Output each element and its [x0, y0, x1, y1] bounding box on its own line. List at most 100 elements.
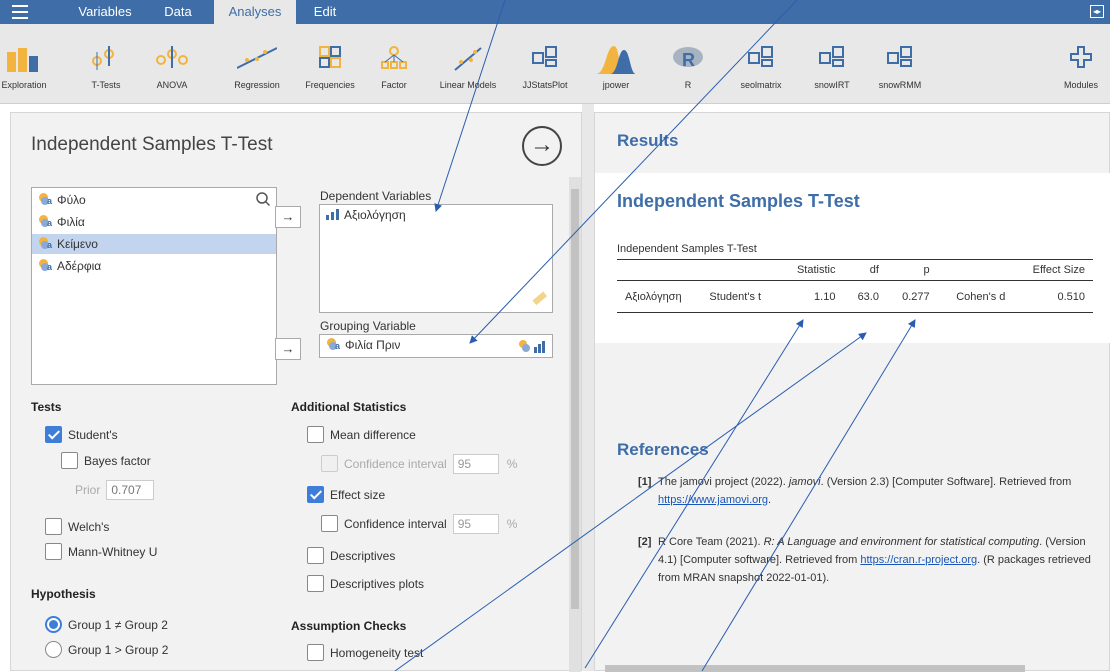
welchs-checkbox[interactable]: Welch's [45, 518, 109, 538]
ribbon-t-tests[interactable]: T-Tests [84, 24, 128, 104]
hypothesis-greater-radio[interactable]: Group 1 > Group 2 [45, 641, 168, 661]
variable-label: Φιλία [57, 215, 85, 229]
list-item[interactable]: a Φύλο [32, 190, 276, 210]
tab-variables[interactable]: Variables [62, 0, 148, 24]
tests-heading: Tests [31, 400, 62, 414]
percent-label: % [506, 517, 518, 531]
module-icon [748, 46, 773, 67]
students-checkbox[interactable]: Student's [45, 426, 118, 446]
ribbon-linear-models[interactable]: Linear Models [436, 24, 500, 104]
ribbon-exploration[interactable]: Exploration [0, 24, 48, 104]
grouping-variable-label: Grouping Variable [320, 319, 416, 333]
dependent-variables-box[interactable]: Αξιολόγηση [319, 204, 553, 313]
descriptives-plots-checkbox[interactable]: Descriptives plots [307, 575, 424, 595]
list-item[interactable]: a Αδέρφια [32, 256, 276, 276]
mann-whitney-checkbox[interactable]: Mann-Whitney U [45, 543, 157, 563]
window-toggle-icon[interactable]: ◂▸ [1090, 5, 1104, 18]
ribbon-seolmatrix[interactable]: seolmatrix [730, 24, 792, 104]
descriptives-checkbox[interactable]: Descriptives [307, 547, 395, 567]
mean-ci-checkbox[interactable]: Confidence interval 95% [321, 454, 517, 474]
ribbon-label: JJStatsPlot [522, 80, 568, 90]
panel-resize-handle[interactable] [582, 104, 594, 671]
options-scrollbar[interactable] [569, 177, 581, 672]
checkbox-label: Mean difference [330, 428, 416, 442]
ribbon-label: Regression [234, 80, 280, 90]
checkbox-label: Homogeneity test [330, 646, 424, 660]
ribbon-anova[interactable]: ANOVA [150, 24, 194, 104]
prior-label: Prior [75, 483, 101, 497]
move-to-grouping-button[interactable]: → [275, 338, 301, 360]
table-cell: Cohen's d [937, 280, 1014, 313]
reference-title: R: A Language and environment for statis… [763, 536, 1040, 548]
ribbon-jpower[interactable]: jpower [594, 24, 638, 104]
effect-size-ci-checkbox[interactable]: Confidence interval 95% [321, 514, 517, 534]
ribbon-jjstatsplot[interactable]: JJStatsPlot [514, 24, 576, 104]
frequencies-icon [319, 46, 341, 68]
table-row: Αξιολόγηση Student's t 1.10 63.0 0.277 C… [617, 280, 1093, 313]
tab-edit[interactable]: Edit [302, 0, 348, 24]
checkbox-icon [45, 518, 62, 535]
tab-data[interactable]: Data [150, 0, 206, 24]
ribbon-label: snowRMM [878, 80, 922, 90]
ribbon-label: snowIRT [814, 80, 850, 90]
scrollbar-thumb[interactable] [571, 189, 579, 609]
ribbon-factor[interactable]: Factor [372, 24, 416, 104]
ribbon-regression[interactable]: Regression [228, 24, 286, 104]
checkbox-label: Mann-Whitney U [68, 545, 158, 559]
collapse-arrow-button[interactable]: → [522, 126, 562, 166]
ribbon-snowrmm[interactable]: snowRMM [870, 24, 930, 104]
ribbon-label: seolmatrix [740, 80, 782, 90]
mean-difference-checkbox[interactable]: Mean difference [307, 426, 416, 446]
search-icon[interactable] [256, 192, 270, 206]
list-item[interactable]: Αξιολόγηση [320, 205, 552, 225]
homogeneity-checkbox[interactable]: Homogeneity test [307, 644, 423, 664]
move-to-dependent-button[interactable]: → [275, 206, 301, 228]
ci-input[interactable]: 95 [452, 454, 499, 474]
variable-list[interactable]: a Φύλο a Φιλία a Κείμενο a Αδέρφια [31, 187, 277, 385]
checkbox-label: Effect size [330, 488, 386, 502]
nominal-variable-icon: a [38, 237, 54, 250]
module-icon [887, 46, 912, 67]
reference-title: jamovi [788, 476, 821, 488]
reference-number: [2] [638, 536, 652, 548]
ribbon-frequencies[interactable]: Frequencies [298, 24, 362, 104]
results-table: Statistic df p Effect Size Αξιολόγηση St… [617, 259, 1093, 313]
linear-models-icon [454, 47, 482, 71]
list-item[interactable]: a Φιλία [32, 212, 276, 232]
table-cell: Αξιολόγηση [617, 280, 702, 313]
results-card[interactable]: Independent Samples T-Test Independent S… [595, 173, 1110, 343]
checkbox-label: Confidence interval [344, 457, 447, 471]
ribbon-r[interactable]: R R [668, 24, 708, 104]
tab-analyses[interactable]: Analyses [214, 0, 296, 24]
regression-icon [237, 47, 277, 69]
nominal-variable-icon: a [326, 338, 342, 351]
checkbox-label: Confidence interval [344, 517, 447, 531]
checkbox-icon [321, 455, 338, 472]
nominal-variable-icon: a [38, 215, 54, 228]
variable-label: Φύλο [57, 193, 86, 207]
bayes-factor-checkbox[interactable]: Bayes factor [61, 452, 151, 472]
radio-selected-icon [45, 616, 62, 633]
hamburger-menu-icon[interactable] [12, 5, 28, 19]
table-cell: 0.277 [886, 280, 938, 313]
menu-bar: Variables Data Analyses Edit ◂▸ [0, 0, 1110, 24]
column-header [937, 259, 1014, 281]
list-item-selected[interactable]: a Κείμενο [32, 234, 276, 254]
ribbon-modules[interactable]: Modules [1056, 24, 1106, 104]
ribbon-label: R [684, 80, 692, 90]
reference-link[interactable]: https://cran.r-project.org [860, 554, 977, 566]
results-panel: Results Independent Samples T-Test Indep… [594, 112, 1110, 672]
grouping-variable-box[interactable]: a Φιλία Πριν [319, 334, 553, 358]
checkbox-checked-icon [307, 486, 324, 503]
ci-input[interactable]: 95 [452, 514, 499, 534]
ribbon-snowirt[interactable]: snowIRT [806, 24, 858, 104]
hypothesis-not-equal-radio[interactable]: Group 1 ≠ Group 2 [45, 616, 168, 636]
effect-size-checkbox[interactable]: Effect size [307, 486, 385, 506]
checkbox-icon [61, 452, 78, 469]
table-header-row: Statistic df p Effect Size [617, 259, 1093, 281]
reference-link[interactable]: https://www.jamovi.org [658, 494, 768, 506]
plus-icon [1070, 46, 1092, 68]
nominal-variable-icon: a [38, 259, 54, 272]
prior-input[interactable]: 0.707 [106, 480, 155, 500]
column-header [701, 259, 781, 281]
